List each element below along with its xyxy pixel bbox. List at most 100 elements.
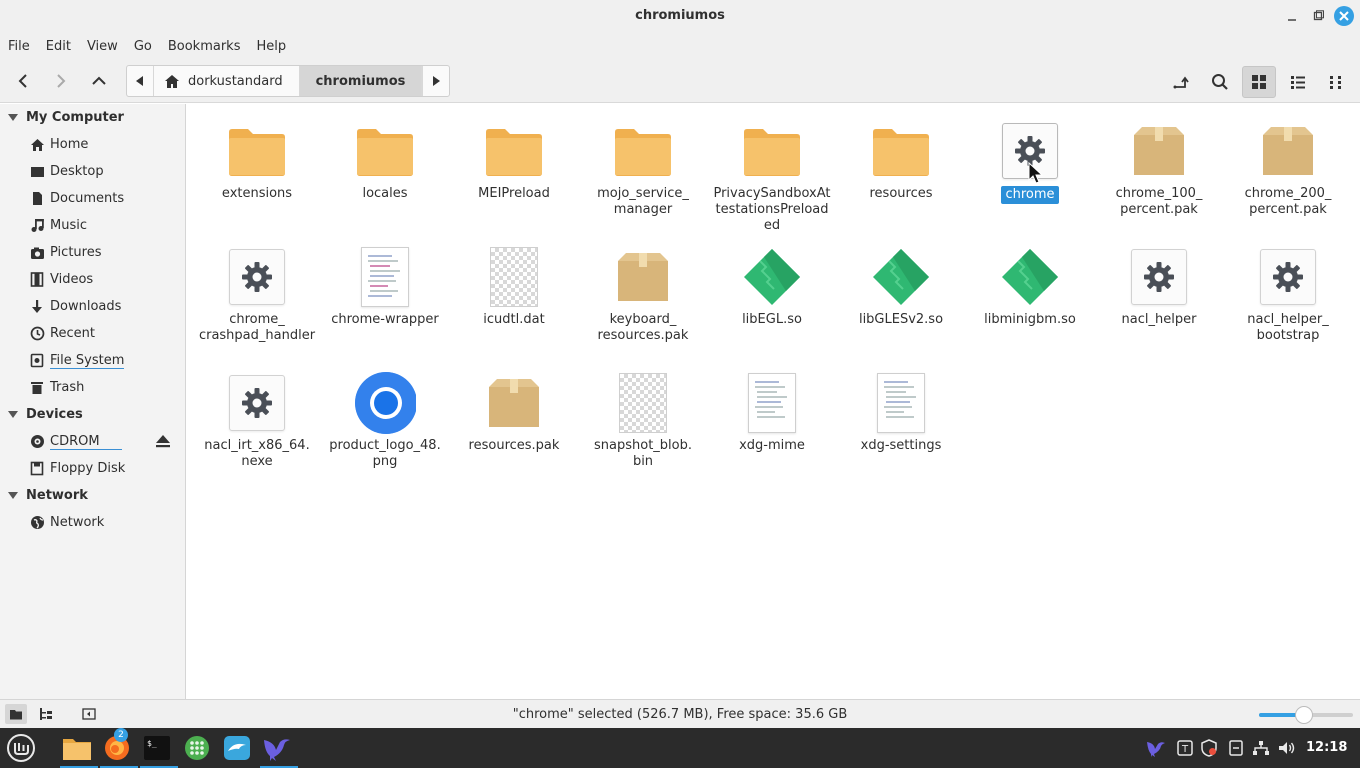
zoom-slider-handle[interactable]	[1295, 706, 1314, 724]
sidebar-section-devices[interactable]: Devices	[0, 401, 186, 428]
sidebar-item-floppy[interactable]: Floppy Disk	[0, 455, 186, 482]
filesystem-icon	[29, 353, 45, 369]
sidebar-item-pictures[interactable]: Pictures	[0, 239, 186, 266]
minimize-button[interactable]	[1282, 6, 1302, 26]
sidebar-item-home[interactable]: Home	[0, 131, 186, 158]
menu-view[interactable]: View	[87, 39, 118, 54]
file-item[interactable]: keyboard_ resources.pak	[579, 246, 707, 344]
zoom-slider[interactable]	[1259, 706, 1353, 724]
sidebar-item-videos[interactable]: Videos	[0, 266, 186, 293]
location-toggle-icon	[1173, 76, 1189, 89]
file-item[interactable]: resources.pak	[450, 372, 578, 454]
sidebar-item-downloads[interactable]: Downloads	[0, 293, 186, 320]
file-item[interactable]: product_logo_48. png	[321, 372, 449, 470]
downloads-icon	[29, 299, 45, 315]
menu-edit[interactable]: Edit	[46, 39, 71, 54]
sidebar: My Computer Home Desktop Documents Music…	[0, 104, 186, 699]
file-item[interactable]: nacl_helper	[1095, 246, 1223, 328]
clock[interactable]: 12:18	[1306, 740, 1347, 755]
tray-volume-icon[interactable]	[1277, 738, 1297, 758]
file-item[interactable]: resources	[837, 120, 965, 202]
taskbar-files[interactable]	[60, 731, 98, 768]
file-item[interactable]: MEIPreload	[450, 120, 578, 202]
eject-icon[interactable]	[155, 434, 171, 452]
sidebar-item-trash[interactable]: Trash	[0, 374, 186, 401]
sidebar-item-music[interactable]: Music	[0, 212, 186, 239]
sidebar-item-documents[interactable]: Documents	[0, 185, 186, 212]
breadcrumb-left-button[interactable]	[127, 66, 154, 96]
file-item[interactable]: snapshot_blob. bin	[579, 372, 707, 470]
menu-help[interactable]: Help	[256, 39, 286, 54]
icon-view-button[interactable]	[1242, 66, 1276, 98]
taskbar-bird-app[interactable]	[260, 731, 298, 768]
file-item[interactable]: locales	[321, 120, 449, 202]
library-icon	[999, 246, 1061, 308]
toggle-location-button[interactable]	[1164, 66, 1198, 98]
sidebar-item-desktop[interactable]: Desktop	[0, 158, 186, 185]
breadcrumb-current[interactable]: chromiumos	[299, 66, 423, 96]
file-item[interactable]: chrome-wrapper	[321, 246, 449, 328]
up-button[interactable]	[84, 66, 114, 96]
triangle-right-icon	[433, 76, 441, 86]
taskbar-firefox[interactable]: 2	[100, 728, 138, 768]
file-item[interactable]: xdg-mime	[708, 372, 836, 454]
file-name: libEGL.so	[742, 312, 802, 327]
file-item[interactable]: extensions	[193, 120, 321, 202]
file-item-selected[interactable]: chrome	[966, 120, 1094, 204]
close-button[interactable]	[1334, 6, 1354, 26]
file-item[interactable]: mojo_service_ manager	[579, 120, 707, 218]
file-name: chrome	[1001, 186, 1059, 204]
file-item[interactable]: PrivacySandboxAt testationsPreload ed	[708, 120, 836, 234]
sidebar-item-label: Desktop	[50, 164, 104, 179]
tray-network-icon[interactable]	[1251, 738, 1271, 758]
maximize-button[interactable]	[1308, 6, 1328, 26]
sidebar-section-my-computer[interactable]: My Computer	[0, 104, 186, 131]
file-item[interactable]: xdg-settings	[837, 372, 965, 454]
image-icon	[354, 372, 416, 434]
folder-icon	[226, 120, 288, 182]
cdrom-icon	[29, 434, 45, 450]
file-item[interactable]: chrome_200_ percent.pak	[1224, 120, 1352, 218]
tray-bird-icon[interactable]	[1146, 738, 1166, 758]
breadcrumb-right-button[interactable]	[422, 66, 449, 96]
breadcrumb-home[interactable]: dorkustandard	[154, 66, 300, 96]
file-name: xdg-settings	[860, 438, 942, 453]
search-button[interactable]	[1203, 66, 1237, 98]
file-item[interactable]: libEGL.so	[708, 246, 836, 328]
taskbar-dolphin[interactable]	[220, 731, 254, 765]
mint-menu-button[interactable]	[4, 731, 38, 765]
sidebar-item-filesystem[interactable]: File System	[0, 347, 186, 374]
file-item[interactable]: libminigbm.so	[966, 246, 1094, 328]
folder-icon	[870, 120, 932, 182]
sidebar-item-label: Trash	[50, 380, 85, 395]
close-icon	[1339, 11, 1349, 21]
file-item[interactable]: icudtl.dat	[450, 246, 578, 328]
list-view-button[interactable]	[1281, 66, 1315, 98]
tray-keyboard-icon[interactable]: T	[1175, 738, 1195, 758]
taskbar-app-grid[interactable]	[180, 731, 214, 765]
compact-view-button[interactable]	[1320, 66, 1354, 98]
script-icon	[870, 372, 932, 434]
taskbar-terminal[interactable]: $_	[140, 731, 178, 768]
file-item[interactable]: chrome_ crashpad_handler	[193, 246, 321, 344]
expand-icon	[8, 114, 18, 121]
status-bar: "chrome" selected (526.7 MB), Free space…	[0, 699, 1360, 728]
file-item[interactable]: nacl_helper_ bootstrap	[1224, 246, 1352, 344]
file-item[interactable]: chrome_100_ percent.pak	[1095, 120, 1223, 218]
sidebar-section-label: My Computer	[26, 110, 124, 125]
menu-go[interactable]: Go	[134, 39, 152, 54]
window-title: chromiumos	[635, 8, 725, 23]
back-button[interactable]	[8, 66, 38, 96]
forward-button[interactable]	[46, 66, 76, 96]
sidebar-item-network[interactable]: Network	[0, 509, 186, 536]
menu-file[interactable]: File	[8, 39, 30, 54]
sidebar-item-recent[interactable]: Recent	[0, 320, 186, 347]
tray-shield-icon[interactable]	[1199, 738, 1219, 758]
sidebar-section-network[interactable]: Network	[0, 482, 186, 509]
dolphin-icon	[224, 736, 250, 760]
file-item[interactable]: libGLESv2.so	[837, 246, 965, 328]
menu-bookmarks[interactable]: Bookmarks	[168, 39, 241, 54]
tray-clipboard-icon[interactable]	[1226, 738, 1246, 758]
sidebar-item-cdrom[interactable]: CDROM	[0, 428, 186, 455]
file-item[interactable]: nacl_irt_x86_64. nexe	[193, 372, 321, 470]
